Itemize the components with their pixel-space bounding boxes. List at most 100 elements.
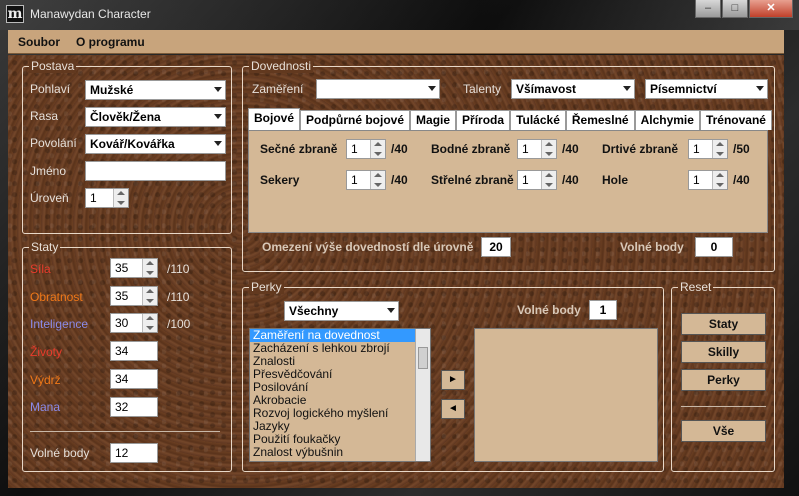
stepper-buttons[interactable] — [142, 259, 157, 277]
arrow-up-icon[interactable] — [374, 142, 382, 146]
chevron-down-icon — [214, 87, 222, 92]
stepper-buttons[interactable] — [541, 171, 556, 189]
tab-podpurne-bojove[interactable]: Podpůrné bojové — [300, 110, 411, 130]
arrow-up-icon[interactable] — [117, 191, 125, 195]
strelne-zbrane-value: 1 — [522, 173, 529, 187]
strelne-zbrane-stepper[interactable]: 1 — [517, 170, 557, 190]
rasa-select[interactable]: Člověk/Žena — [85, 107, 226, 127]
uroven-stepper[interactable]: 1 — [85, 188, 129, 208]
close-button[interactable]: ✕ — [749, 0, 793, 18]
stepper-buttons[interactable] — [142, 314, 157, 332]
list-item[interactable]: Znalost výbušnin — [250, 446, 430, 459]
jmeno-input[interactable] — [85, 161, 226, 181]
bodne-zbrane-stepper[interactable]: 1 — [517, 139, 557, 159]
talent1-select[interactable]: Všímavost — [511, 79, 635, 99]
arrow-down-icon[interactable] — [545, 183, 553, 187]
arrow-down-icon[interactable] — [716, 183, 724, 187]
arrow-up-icon[interactable] — [374, 173, 382, 177]
reset-perky-button[interactable]: Perky — [681, 369, 766, 391]
tab-trenovane[interactable]: Trénované — [699, 110, 772, 130]
arrow-up-icon[interactable] — [146, 316, 154, 320]
sekery-stepper[interactable]: 1 — [346, 170, 386, 190]
arrow-down-icon[interactable] — [545, 152, 553, 156]
reset-skilly-button[interactable]: Skilly — [681, 341, 766, 363]
arrow-up-icon[interactable] — [146, 261, 154, 265]
tab-remeslne[interactable]: Řemeslné — [565, 110, 635, 130]
chevron-down-icon — [428, 86, 436, 91]
arrow-up-icon[interactable] — [146, 289, 154, 293]
stepper-buttons[interactable] — [142, 287, 157, 305]
arrow-down-icon[interactable] — [117, 201, 125, 205]
arrow-down-icon[interactable] — [374, 183, 382, 187]
secne-zbrane-label: Sečné zbraně — [260, 142, 338, 156]
talent2-select[interactable]: Písemnictví — [645, 79, 768, 99]
tab-bojove[interactable]: Bojové — [248, 108, 301, 130]
perky-filter-select[interactable]: Všechny — [284, 301, 399, 321]
reset-staty-button[interactable]: Staty — [681, 313, 766, 335]
talent2-value: Písemnictví — [650, 82, 717, 96]
stepper-buttons[interactable] — [370, 140, 385, 158]
menu-soubor[interactable]: Soubor — [10, 35, 68, 49]
arrow-down-icon[interactable] — [146, 271, 154, 275]
divider — [681, 406, 766, 407]
rasa-value: Člověk/Žena — [90, 110, 161, 124]
maximize-button[interactable]: □ — [722, 0, 748, 18]
menu-o-programu[interactable]: O programu — [68, 35, 153, 49]
add-perk-button[interactable]: ► — [441, 370, 465, 390]
talent1-value: Všímavost — [516, 82, 577, 96]
sila-stepper[interactable]: 35 — [110, 258, 158, 278]
hole-stepper[interactable]: 1 — [688, 170, 728, 190]
stepper-buttons[interactable] — [712, 171, 727, 189]
arrow-up-icon[interactable] — [545, 142, 553, 146]
secne-zbrane-stepper[interactable]: 1 — [346, 139, 386, 159]
inteligence-stepper[interactable]: 30 — [110, 313, 158, 333]
chevron-down-icon — [214, 141, 222, 146]
selected-perks-list[interactable] — [474, 328, 658, 462]
scrollbar-thumb[interactable] — [418, 347, 428, 369]
stepper-buttons[interactable] — [370, 171, 385, 189]
staty-volne-label: Volné body — [30, 446, 90, 460]
tab-priroda[interactable]: Příroda — [456, 110, 511, 130]
remove-perk-button[interactable]: ◄ — [441, 399, 465, 419]
tab-magie[interactable]: Magie — [410, 110, 457, 130]
bodne-zbrane-label: Bodné zbraně — [431, 142, 511, 156]
drtive-zbrane-stepper[interactable]: 1 — [688, 139, 728, 159]
skill-tabs: Bojové Podpůrné bojové Magie Příroda Tul… — [248, 108, 772, 130]
arrow-down-icon[interactable] — [374, 152, 382, 156]
stepper-buttons[interactable] — [541, 140, 556, 158]
tab-tulacke[interactable]: Tulácké — [510, 110, 566, 130]
arrow-up-icon[interactable] — [716, 173, 724, 177]
obratnost-stepper[interactable]: 35 — [110, 286, 158, 306]
pohlavi-label: Pohlaví — [30, 82, 71, 96]
minimize-button[interactable]: – — [695, 0, 721, 18]
arrow-down-icon[interactable] — [716, 152, 724, 156]
drtive-zbrane-value: 1 — [693, 142, 700, 156]
title-bar[interactable]: m Manawydan Character – □ ✕ — [0, 0, 799, 30]
arrow-up-icon[interactable] — [545, 173, 553, 177]
app-window: m Manawydan Character – □ ✕ Soubor O pro… — [0, 0, 799, 496]
chevron-down-icon — [623, 86, 631, 91]
arrow-down-icon[interactable] — [146, 299, 154, 303]
zamereni-select[interactable] — [316, 79, 440, 99]
stepper-buttons[interactable] — [712, 140, 727, 158]
tab-alchymie[interactable]: Alchymie — [634, 110, 700, 130]
stepper-buttons[interactable] — [113, 189, 128, 207]
app-icon[interactable]: m — [6, 5, 24, 23]
pohlavi-select[interactable]: Mužské — [85, 80, 226, 100]
perky-scrollbar[interactable] — [415, 329, 430, 461]
bodne-zbrane-max: /40 — [562, 142, 579, 156]
povolani-select[interactable]: Kovář/Kovářka — [85, 134, 226, 154]
inteligence-value: 30 — [115, 316, 129, 330]
arrow-down-icon[interactable] — [146, 326, 154, 330]
perky-list[interactable]: Zaměření na dovednost Zacházení s lehkou… — [249, 328, 431, 462]
staty-title: Staty — [29, 240, 61, 254]
perky-filter-value: Všechny — [289, 304, 339, 318]
obratnost-max: /110 — [167, 290, 190, 304]
reset-title: Reset — [678, 280, 714, 294]
chevron-down-icon — [387, 308, 395, 313]
talenty-label: Talenty — [463, 82, 502, 96]
arrow-up-icon[interactable] — [716, 142, 724, 146]
zivoty-value: 34 — [110, 341, 158, 361]
sila-value: 35 — [115, 261, 129, 275]
reset-vse-button[interactable]: Vše — [681, 420, 766, 442]
